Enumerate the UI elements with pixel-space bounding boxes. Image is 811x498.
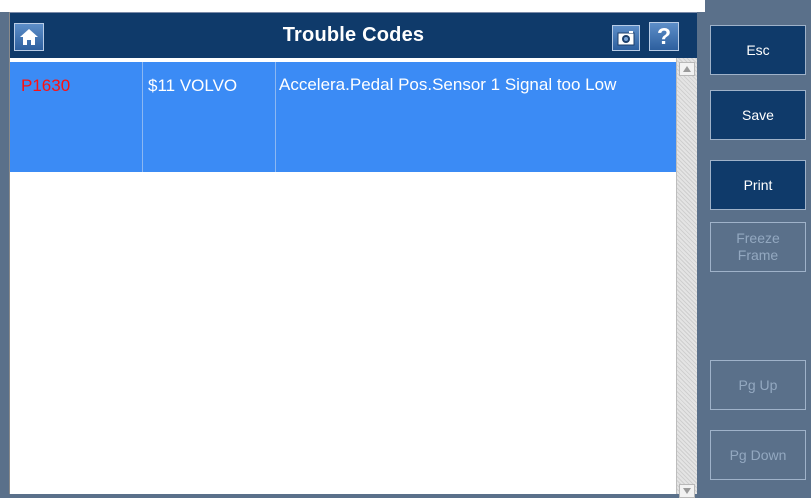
scroll-down-icon: [683, 488, 691, 494]
code-cell: P1630: [10, 62, 143, 172]
trouble-code-list: P1630 $11 VOLVO Accelera.Pedal Pos.Senso…: [10, 58, 676, 494]
table-row[interactable]: P1630 $11 VOLVO Accelera.Pedal Pos.Senso…: [10, 62, 676, 172]
screenshot-button[interactable]: [612, 25, 640, 51]
side-panel: Esc Save Print Freeze Frame Pg Up Pg Dow…: [705, 0, 811, 494]
main-panel: Trouble Codes ? P1630 $11 VOLVO Accelera…: [9, 12, 697, 498]
print-button[interactable]: Print: [710, 160, 806, 210]
dtc-description: Accelera.Pedal Pos.Sensor 1 Signal too L…: [279, 75, 617, 94]
description-cell: Accelera.Pedal Pos.Sensor 1 Signal too L…: [276, 62, 676, 172]
module-cell: $11 VOLVO: [143, 62, 276, 172]
esc-button[interactable]: Esc: [710, 25, 806, 75]
top-strip: [0, 0, 705, 12]
dtc-module: $11 VOLVO: [148, 76, 238, 95]
page-down-button[interactable]: Pg Down: [710, 430, 806, 480]
save-button[interactable]: Save: [710, 90, 806, 140]
dtc-code: P1630: [21, 76, 71, 95]
freeze-frame-button[interactable]: Freeze Frame: [710, 222, 806, 272]
page-up-button[interactable]: Pg Up: [710, 360, 806, 410]
camera-icon: [617, 31, 635, 46]
scroll-up-button[interactable]: [679, 62, 695, 76]
scroll-up-icon: [683, 66, 691, 72]
help-button[interactable]: ?: [649, 22, 679, 51]
title-bar: Trouble Codes ?: [10, 12, 697, 58]
freeze-frame-label: Freeze Frame: [736, 230, 780, 263]
vertical-scrollbar[interactable]: [676, 58, 697, 498]
page-title: Trouble Codes: [282, 24, 425, 46]
scroll-down-button[interactable]: [679, 484, 695, 498]
